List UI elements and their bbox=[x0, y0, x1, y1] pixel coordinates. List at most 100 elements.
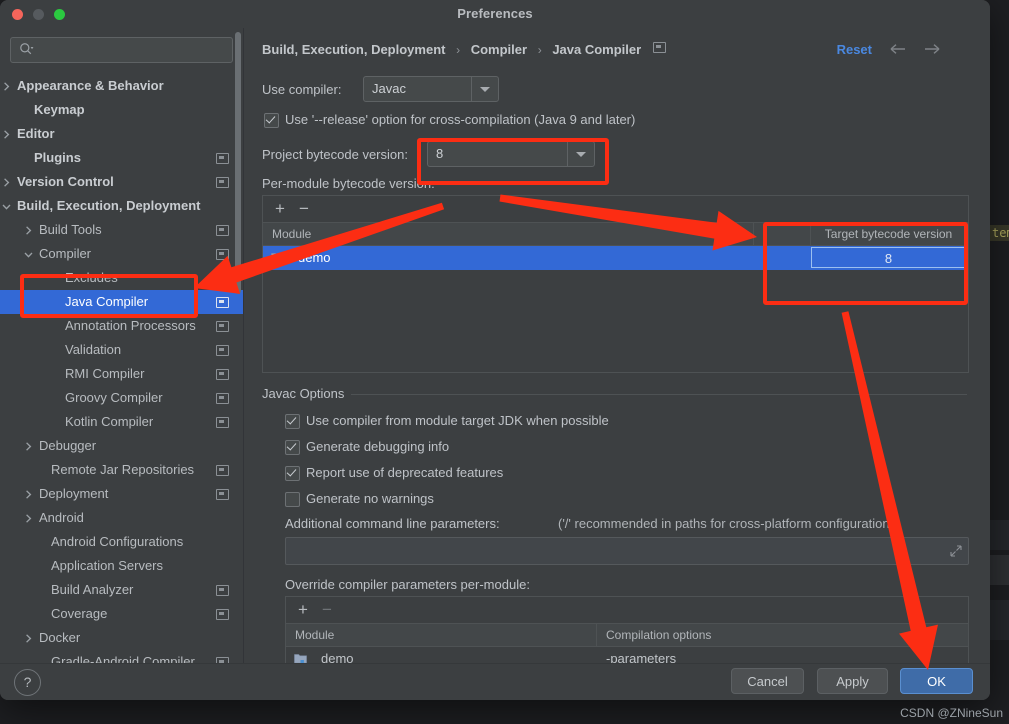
sidebar-item-application-servers[interactable]: Application Servers bbox=[0, 554, 243, 578]
sidebar-item-deployment[interactable]: Deployment bbox=[0, 482, 243, 506]
editor-token-text: tem bbox=[990, 225, 1009, 241]
sidebar-item-editor[interactable]: Editor bbox=[0, 122, 243, 146]
sidebar-item-coverage[interactable]: Coverage bbox=[0, 602, 243, 626]
module-bytecode-table: + − Module Target bytecode version demo … bbox=[262, 195, 969, 373]
project-scope-badge-icon bbox=[216, 273, 229, 284]
search-container bbox=[0, 28, 243, 69]
use-module-target-jdk-label: Use compiler from module target JDK when… bbox=[306, 413, 609, 428]
sidebar-item-annotation-processors[interactable]: Annotation Processors bbox=[0, 314, 243, 338]
sidebar-item-build-execution-deployment[interactable]: Build, Execution, Deployment bbox=[0, 194, 243, 218]
project-bytecode-dropdown-arrow-box[interactable] bbox=[567, 142, 594, 166]
release-option-checkbox[interactable] bbox=[264, 113, 279, 128]
sidebar-item-rmi-compiler[interactable]: RMI Compiler bbox=[0, 362, 243, 386]
chevron-right-icon[interactable] bbox=[1, 81, 12, 92]
apply-button[interactable]: Apply bbox=[817, 668, 888, 694]
expand-icon[interactable] bbox=[950, 545, 962, 557]
project-scope-badge-icon bbox=[216, 321, 229, 332]
sidebar-item-kotlin-compiler[interactable]: Kotlin Compiler bbox=[0, 410, 243, 434]
sidebar-item-appearance-behavior[interactable]: Appearance & Behavior bbox=[0, 74, 243, 98]
sidebar-item-label: Appearance & Behavior bbox=[17, 78, 164, 93]
module-folder-icon bbox=[271, 253, 284, 263]
sidebar-item-gradle-android-compiler[interactable]: Gradle-Android Compiler bbox=[0, 650, 243, 664]
table-row[interactable]: demo -parameters bbox=[286, 647, 968, 664]
sidebar-item-label: Build, Execution, Deployment bbox=[17, 198, 201, 213]
chevron-right-icon[interactable] bbox=[23, 225, 34, 236]
cell-target-bytecode-version-editor[interactable]: 8 bbox=[811, 247, 966, 268]
report-deprecated-checkbox[interactable] bbox=[285, 466, 300, 481]
sidebar-item-keymap[interactable]: Keymap bbox=[0, 98, 243, 122]
project-scope-badge-icon bbox=[216, 489, 229, 500]
use-compiler-select[interactable]: Javac bbox=[363, 76, 499, 102]
search-box[interactable] bbox=[10, 37, 233, 64]
chevron-right-icon[interactable] bbox=[23, 489, 34, 500]
add-module-button[interactable]: + bbox=[271, 200, 289, 218]
additional-params-input[interactable] bbox=[285, 537, 969, 565]
sidebar-item-excludes[interactable]: Excludes bbox=[0, 266, 243, 290]
table-row[interactable]: demo 8 bbox=[263, 246, 968, 270]
project-bytecode-version-select[interactable]: 8 bbox=[427, 141, 595, 167]
sidebar-item-remote-jar-repositories[interactable]: Remote Jar Repositories bbox=[0, 458, 243, 482]
generate-debugging-info-label: Generate debugging info bbox=[306, 439, 450, 454]
cell-compilation-options[interactable]: -parameters bbox=[597, 647, 966, 664]
use-module-target-jdk-checkbox[interactable] bbox=[285, 414, 300, 429]
cell-spacer bbox=[754, 246, 810, 270]
column-header-module[interactable]: Module bbox=[263, 223, 753, 245]
breadcrumb: Build, Execution, Deployment › Compiler … bbox=[262, 42, 666, 57]
additional-params-label: Additional command line parameters: bbox=[285, 516, 500, 531]
override-table-toolbar: + − bbox=[286, 597, 968, 624]
sidebar-scrollbar[interactable] bbox=[235, 32, 241, 294]
ok-button[interactable]: OK bbox=[900, 668, 973, 694]
chevron-down-icon bbox=[576, 152, 586, 157]
breadcrumb-part-1[interactable]: Build, Execution, Deployment bbox=[262, 42, 445, 57]
project-scope-badge-icon bbox=[216, 225, 229, 236]
search-input[interactable] bbox=[39, 38, 226, 64]
generate-no-warnings-checkbox[interactable] bbox=[285, 492, 300, 507]
breadcrumb-part-3: Java Compiler bbox=[552, 42, 642, 57]
dialog-title: Preferences bbox=[457, 6, 533, 21]
chevron-down-icon[interactable] bbox=[23, 249, 34, 260]
sidebar-item-version-control[interactable]: Version Control bbox=[0, 170, 243, 194]
sidebar-item-groovy-compiler[interactable]: Groovy Compiler bbox=[0, 386, 243, 410]
reset-link[interactable]: Reset bbox=[837, 42, 872, 57]
project-scope-badge-icon bbox=[652, 42, 666, 53]
chevron-right-icon[interactable] bbox=[1, 129, 12, 140]
sidebar-item-plugins[interactable]: Plugins bbox=[0, 146, 243, 170]
sidebar-item-label: Keymap bbox=[34, 102, 85, 117]
sidebar-item-label: Plugins bbox=[34, 150, 81, 165]
sidebar-item-debugger[interactable]: Debugger bbox=[0, 434, 243, 458]
module-table-toolbar: + − bbox=[263, 196, 968, 223]
generate-debugging-info-checkbox[interactable] bbox=[285, 440, 300, 455]
sidebar-item-java-compiler[interactable]: Java Compiler bbox=[0, 290, 243, 314]
navigate-back-icon[interactable] bbox=[888, 40, 908, 58]
chevron-right-icon[interactable] bbox=[23, 633, 34, 644]
sidebar-item-docker[interactable]: Docker bbox=[0, 626, 243, 650]
remove-override-button[interactable]: − bbox=[318, 601, 336, 619]
chevron-right-icon[interactable] bbox=[23, 441, 34, 452]
chevron-right-icon[interactable] bbox=[1, 177, 12, 188]
column-header-spacer bbox=[754, 223, 810, 245]
cancel-button[interactable]: Cancel bbox=[731, 668, 804, 694]
sidebar-item-label: Kotlin Compiler bbox=[65, 414, 154, 429]
sidebar-item-label: Build Tools bbox=[39, 222, 102, 237]
use-compiler-dropdown-arrow-box[interactable] bbox=[471, 77, 498, 101]
sidebar-item-build-tools[interactable]: Build Tools bbox=[0, 218, 243, 242]
sidebar-item-validation[interactable]: Validation bbox=[0, 338, 243, 362]
navigate-forward-icon[interactable] bbox=[922, 40, 942, 58]
column-header-compilation-options[interactable]: Compilation options bbox=[597, 624, 966, 646]
sidebar-item-label: Validation bbox=[65, 342, 122, 357]
sidebar-item-build-analyzer[interactable]: Build Analyzer bbox=[0, 578, 243, 602]
sidebar-item-android[interactable]: Android bbox=[0, 506, 243, 530]
settings-tree[interactable]: Appearance & Behavior Keymap Editor Plugins… bbox=[0, 74, 243, 664]
sidebar-item-android-configurations[interactable]: Android Configurations bbox=[0, 530, 243, 554]
help-button[interactable]: ? bbox=[14, 669, 41, 696]
column-header-module[interactable]: Module bbox=[286, 624, 596, 646]
chevron-right-icon[interactable] bbox=[23, 513, 34, 524]
dialog-footer: ? Cancel Apply OK bbox=[0, 663, 990, 700]
chevron-down-icon[interactable] bbox=[1, 201, 12, 212]
column-header-target-bytecode-version[interactable]: Target bytecode version bbox=[811, 223, 966, 245]
add-override-button[interactable]: + bbox=[294, 601, 312, 619]
override-params-table: + − Module Compilation options demo -par… bbox=[285, 596, 969, 664]
remove-module-button[interactable]: − bbox=[295, 200, 313, 218]
breadcrumb-part-2[interactable]: Compiler bbox=[471, 42, 527, 57]
sidebar-item-compiler[interactable]: Compiler bbox=[0, 242, 243, 266]
